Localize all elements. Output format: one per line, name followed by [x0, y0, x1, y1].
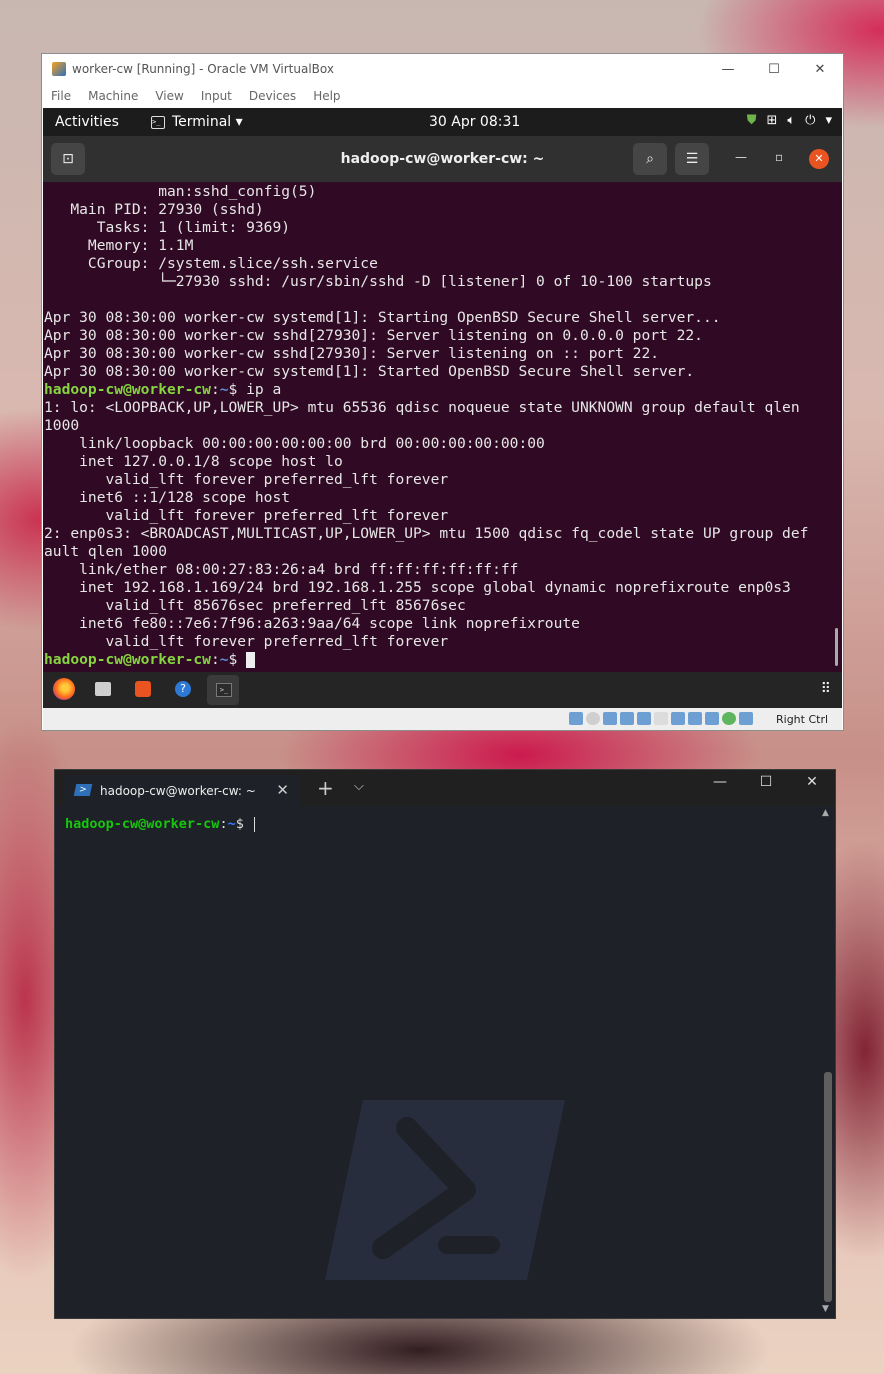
host-key-label: Right Ctrl	[776, 713, 829, 726]
ubuntu-top-bar: Activities >_ Terminal ▾ 30 Apr 08:31 ⛊ …	[43, 108, 842, 136]
tab-title: hadoop-cw@worker-cw: ~	[100, 784, 256, 798]
prompt-path: ~	[219, 381, 229, 398]
show-apps-icon[interactable]: ⠿	[821, 681, 831, 697]
virtualbox-titlebar[interactable]: worker-cw [Running] - Oracle VM VirtualB…	[42, 54, 843, 84]
hard-disk-icon	[569, 712, 583, 725]
close-button[interactable]: ✕	[797, 54, 843, 84]
menu-machine[interactable]: Machine	[88, 89, 138, 103]
prompt-symbol: $	[228, 381, 238, 398]
scrollbar-thumb[interactable]	[824, 1072, 832, 1302]
volume-icon: 🔈︎	[787, 113, 796, 128]
audio-icon	[603, 712, 617, 725]
terminal-dock-item[interactable]: >_	[207, 675, 239, 705]
scroll-up-icon[interactable]: ▲	[822, 808, 829, 818]
powershell-icon: >	[73, 784, 93, 796]
close-button[interactable]: ✕	[789, 774, 835, 790]
scrollbar[interactable]: ▲ ▼	[819, 806, 835, 1318]
virtualbox-title: worker-cw [Running] - Oracle VM VirtualB…	[72, 62, 334, 76]
tab-bar: > hadoop-cw@worker-cw: ~ ✕ + ⌵ — ☐ ✕	[55, 770, 835, 806]
app-menu-label: Terminal ▾	[172, 114, 243, 130]
text-cursor	[246, 652, 256, 668]
chevron-down-icon: ▾	[825, 113, 832, 128]
cpu-icon	[722, 712, 736, 725]
terminal-title: hadoop-cw@worker-cw: ~	[340, 151, 545, 167]
shield-icon: ⛊	[746, 113, 757, 128]
virtualization-icon	[705, 712, 719, 725]
text-cursor	[254, 816, 255, 832]
maximize-button[interactable]: ☐	[743, 774, 789, 790]
optical-drive-icon	[586, 712, 600, 725]
software-icon[interactable]	[135, 681, 151, 697]
chevron-down-icon[interactable]: ⌵	[354, 779, 364, 794]
terminal-icon: >_	[216, 683, 232, 697]
files-icon[interactable]	[95, 682, 111, 696]
terminal-app-menu[interactable]: >_ Terminal ▾	[151, 114, 243, 130]
maximize-button[interactable]: ☐	[751, 54, 797, 84]
terminal-output: man:sshd_config(5) Main PID: 27930 (sshd…	[44, 183, 809, 668]
terminal-icon: >_	[151, 115, 165, 129]
prompt-user: hadoop-cw@worker-cw	[65, 816, 220, 832]
network-icon: ⊞	[766, 113, 778, 128]
network-icon	[620, 712, 634, 725]
typed-command: ip a	[246, 381, 282, 398]
search-button[interactable]: ⌕	[633, 143, 667, 175]
menu-input[interactable]: Input	[201, 89, 232, 103]
minimize-button[interactable]: —	[697, 774, 743, 790]
usb-icon	[637, 712, 651, 725]
scroll-down-icon[interactable]: ▼	[822, 1304, 829, 1314]
terminal-headerbar: ⊡ hadoop-cw@worker-cw: ~ ⌕ ☰ — ▫ ✕	[43, 136, 842, 182]
prompt-symbol: $	[228, 651, 238, 668]
virtualbox-menubar: File Machine View Input Devices Help	[42, 84, 843, 108]
command-output: 1: lo: <LOOPBACK,UP,LOWER_UP> mtu 65536 …	[44, 399, 809, 650]
windows-terminal-window: > hadoop-cw@worker-cw: ~ ✕ + ⌵ — ☐ ✕ had…	[55, 770, 835, 1318]
menu-file[interactable]: File	[51, 89, 71, 103]
shared-folders-icon	[654, 712, 668, 725]
menu-help[interactable]: Help	[313, 89, 340, 103]
prompt-path: ~	[227, 816, 236, 832]
status-output: man:sshd_config(5) Main PID: 27930 (sshd…	[44, 183, 721, 380]
terminal-tab[interactable]: > hadoop-cw@worker-cw: ~ ✕	[63, 775, 299, 806]
activities-button[interactable]: Activities	[55, 114, 119, 130]
virtualbox-statusbar: Right Ctrl	[43, 708, 842, 730]
close-tab-icon[interactable]: ✕	[276, 781, 289, 799]
close-button[interactable]: ✕	[809, 149, 829, 169]
virtualbox-icon	[52, 62, 66, 76]
ubuntu-dock: ? >_ ⠿	[43, 672, 842, 708]
menu-view[interactable]: View	[155, 89, 183, 103]
virtualbox-window: worker-cw [Running] - Oracle VM VirtualB…	[42, 54, 843, 730]
powershell-watermark-icon	[325, 1100, 565, 1280]
menu-devices[interactable]: Devices	[249, 89, 296, 103]
keyboard-capture-icon	[739, 712, 753, 725]
help-icon[interactable]: ?	[175, 681, 191, 697]
display-icon	[671, 712, 685, 725]
prompt-user: hadoop-cw@worker-cw	[44, 381, 211, 398]
windows-terminal-prompt-line[interactable]: hadoop-cw@worker-cw:~$	[65, 816, 255, 832]
minimize-button[interactable]: —	[735, 150, 747, 164]
device-status-icons[interactable]	[569, 712, 753, 725]
restore-button[interactable]: ▫	[775, 150, 783, 164]
prompt-user: hadoop-cw@worker-cw	[44, 651, 211, 668]
scrollbar[interactable]	[835, 628, 838, 666]
prompt-symbol: $	[235, 816, 244, 832]
clock[interactable]: 30 Apr 08:31	[429, 114, 520, 130]
firefox-icon[interactable]	[53, 678, 75, 700]
ubuntu-terminal-body[interactable]: man:sshd_config(5) Main PID: 27930 (sshd…	[43, 182, 842, 672]
hamburger-menu-button[interactable]: ☰	[675, 143, 709, 175]
new-tab-button[interactable]: +	[317, 776, 334, 800]
minimize-button[interactable]: —	[705, 54, 751, 84]
power-icon: ⏻	[805, 113, 816, 128]
recording-icon	[688, 712, 702, 725]
system-tray[interactable]: ⛊ ⊞ 🔈︎ ⏻ ▾	[747, 113, 832, 128]
prompt-path: ~	[219, 651, 229, 668]
